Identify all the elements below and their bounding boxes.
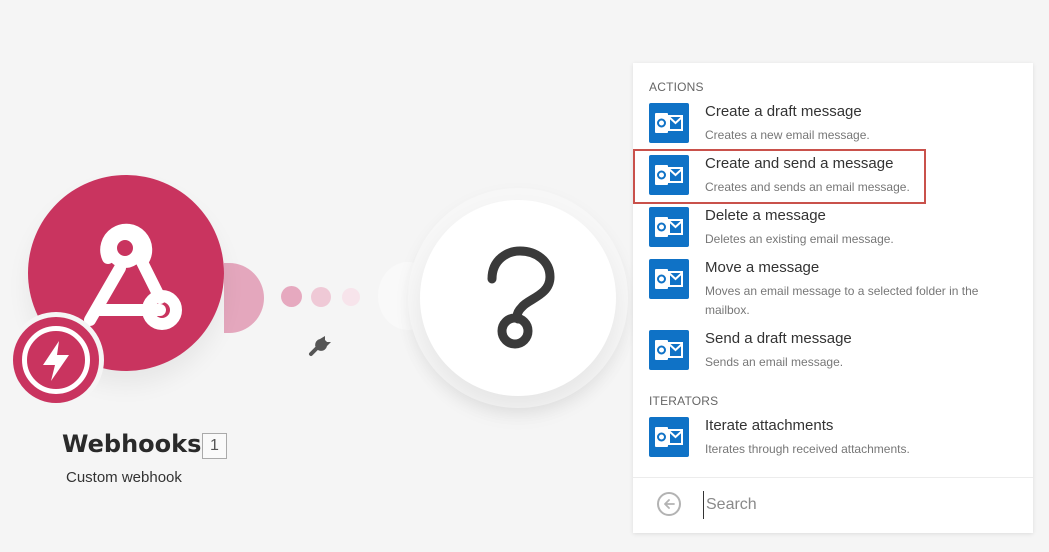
outlook-icon (655, 217, 683, 237)
wrench-icon[interactable] (307, 330, 335, 358)
section-title-iterators: ITERATORS (649, 394, 719, 408)
back-button[interactable] (657, 492, 681, 516)
outlook-app-icon (649, 207, 689, 247)
divider (633, 477, 1033, 478)
module-option-name: Move a message (705, 259, 820, 276)
module-option-description: Creates a new email message. (705, 128, 870, 142)
module-option-description: Sends an email message. (705, 355, 844, 369)
module-option-description: Creates and sends an email message. (705, 180, 910, 194)
question-mark-icon (487, 246, 555, 349)
search-input[interactable] (703, 491, 1016, 519)
instant-trigger-badge (8, 312, 104, 408)
lightning-bolt-icon (43, 341, 69, 381)
outlook-app-icon (649, 103, 689, 143)
scenario-canvas: Webhooks 1 Custom webhook ACTIONS Create … (0, 0, 1049, 552)
outlook-icon (655, 165, 683, 185)
module-option[interactable]: Delete a message Deletes an existing emai… (633, 207, 1033, 253)
module-picker-panel: ACTIONS Create a draft message Creates a n… (633, 63, 1033, 533)
outlook-icon (655, 269, 683, 289)
connection-dot (281, 286, 302, 307)
module-option-name: Create a draft message (705, 103, 862, 120)
outlook-icon (655, 427, 683, 447)
outlook-app-icon (649, 417, 689, 457)
module-option-name: Send a draft message (705, 330, 852, 347)
module-connector[interactable] (224, 263, 264, 333)
module-option-description: Moves an email message to a selected fol… (705, 284, 979, 317)
outlook-icon (655, 113, 683, 133)
section-title-actions: ACTIONS (649, 80, 704, 94)
module-option-description: Deletes an existing email message. (705, 232, 894, 246)
back-arrow-icon (664, 499, 675, 509)
module-option[interactable]: Send a draft message Sends an email messa… (633, 330, 1033, 376)
outlook-icon (655, 340, 683, 360)
outlook-app-icon (649, 330, 689, 370)
module-option-name: Delete a message (705, 207, 826, 224)
outlook-app-icon (649, 259, 689, 299)
module-option[interactable]: Create a draft message Creates a new emai… (633, 103, 1033, 149)
module-option[interactable]: Move a message Moves an email message to … (633, 259, 1033, 317)
outlook-app-icon (649, 155, 689, 195)
module-option[interactable]: Iterate attachments Iterates through rece… (633, 417, 1033, 463)
connection-dot (311, 287, 331, 307)
module-subtitle: Custom webhook (66, 469, 182, 486)
module-option-name: Iterate attachments (705, 417, 834, 434)
module-number-badge: 1 (202, 433, 227, 459)
module-option-name: Create and send a message (705, 155, 894, 172)
module-option[interactable]: Create and send a message Creates and sen… (633, 155, 1033, 201)
module-title: Webhooks (62, 430, 202, 458)
module-option-description: Iterates through received attachments. (705, 442, 910, 456)
connection-dot (342, 288, 360, 306)
